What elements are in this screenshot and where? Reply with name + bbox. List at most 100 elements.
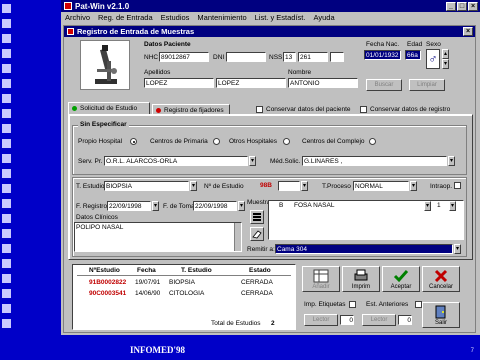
- apellidos-label: Apellidos: [144, 69, 171, 76]
- medico-field[interactable]: G.LINARES ,: [302, 156, 447, 166]
- table-add-icon: [313, 269, 329, 283]
- exit-door-icon: [435, 305, 446, 319]
- nss-field-1[interactable]: 13: [283, 52, 296, 62]
- history-header-estado: Estado: [249, 267, 271, 274]
- buscar-button[interactable]: Buscar: [366, 79, 402, 91]
- table-row-tipo: CITOLOGIA: [169, 290, 205, 297]
- nhc-label: NHC: [144, 54, 159, 61]
- toma-label: F. de Toma: [163, 203, 195, 210]
- remitir-label: Remitir a:: [247, 246, 275, 253]
- toma-dropdown-button[interactable]: ▾: [238, 201, 245, 211]
- menu-ayuda[interactable]: Ayuda: [313, 13, 334, 22]
- nss-field-3[interactable]: [330, 52, 344, 62]
- conservar-paciente-checkbox[interactable]: [256, 106, 263, 113]
- apellido2-field[interactable]: LOPEZ: [216, 78, 286, 88]
- tab-solicitud-label: Solicitud de Estudio: [80, 105, 138, 112]
- toma-field[interactable]: 22/09/1998: [193, 201, 237, 211]
- remitir-dropdown-button[interactable]: ▾: [454, 244, 461, 254]
- clinicos-field[interactable]: POLIPO NASAL: [74, 222, 242, 252]
- limpiar-button[interactable]: Limpiar: [409, 79, 445, 91]
- conservar-registro-label: Conservar datos de registro: [370, 106, 451, 113]
- table-row-num[interactable]: 90C0003541: [89, 290, 126, 297]
- green-dot-icon: [72, 106, 77, 111]
- medico-label: Méd.Solic.: [270, 158, 301, 165]
- dialog-title: Registro de Entrada de Muestras: [77, 27, 195, 36]
- patient-section-title: Datos Paciente: [144, 41, 191, 48]
- procedencia-group: [72, 125, 467, 175]
- num-estudio-prefix: 98B: [260, 182, 272, 189]
- app-title: Pat-Win v2.1.0: [75, 1, 130, 11]
- minimize-button[interactable]: _: [446, 1, 456, 11]
- maximize-button[interactable]: □: [457, 1, 467, 11]
- registro-dropdown-button[interactable]: ▾: [152, 201, 159, 211]
- serv-field[interactable]: O.R.L. ALARCOS-ORLA: [104, 156, 248, 166]
- muestra-count: 1: [437, 202, 441, 209]
- medico-dropdown-button[interactable]: ▾: [448, 156, 455, 166]
- sexo-up-button[interactable]: ▴: [442, 49, 449, 59]
- num-estudio-field[interactable]: [278, 181, 300, 191]
- menu-estudios[interactable]: Estudios: [161, 13, 190, 22]
- salir-button[interactable]: Salir: [422, 302, 460, 328]
- menu-reg-entrada[interactable]: Reg. de Entrada: [98, 13, 153, 22]
- radio-centros-complejo[interactable]: [369, 138, 376, 145]
- serv-label: Serv. Pr.: [78, 158, 103, 165]
- intraop-checkbox[interactable]: [454, 182, 461, 189]
- muestras-add-button[interactable]: [250, 210, 264, 224]
- checkmark-icon: [393, 270, 409, 283]
- anteriores-label: Est. Anteriores: [366, 301, 409, 308]
- proceso-field[interactable]: NORMAL: [353, 181, 409, 191]
- menu-mantenimiento[interactable]: Mantenimiento: [197, 13, 246, 22]
- fecha-nac-field[interactable]: 01/01/1932: [364, 50, 401, 60]
- nhc-field[interactable]: 89012867: [159, 52, 209, 62]
- muestra-count-button[interactable]: ▾: [449, 201, 456, 211]
- close-button[interactable]: ×: [468, 1, 478, 11]
- cancelar-button[interactable]: Cancelar: [422, 266, 460, 292]
- table-row-num[interactable]: 91B0002822: [89, 279, 126, 286]
- nombre-field[interactable]: ANTONIO: [288, 78, 358, 88]
- sexo-down-button[interactable]: ▾: [442, 59, 449, 69]
- tab-registro-label: Registro de fijadores: [164, 107, 224, 114]
- tipo-estudio-field[interactable]: BIOPSIA: [104, 181, 189, 191]
- muestras-list[interactable]: B FOSA NASAL ▾ 1 ▾: [268, 200, 464, 240]
- menu-listados[interactable]: List. y Estadíst.: [255, 13, 306, 22]
- menu-archivo[interactable]: Archivo: [65, 13, 90, 22]
- imprimir-button[interactable]: Imprim: [342, 266, 380, 292]
- muestra-value[interactable]: FOSA NASAL: [293, 201, 423, 211]
- etiquetas-checkbox[interactable]: [349, 301, 356, 308]
- apellido1-field[interactable]: LOPEZ: [144, 78, 214, 88]
- salir-label: Salir: [434, 320, 447, 326]
- sexo-label: Sexo: [426, 41, 441, 48]
- table-row-estado: CERRADA: [241, 290, 273, 297]
- remitir-field[interactable]: Cama 304: [275, 244, 453, 254]
- radio-propio-hospital[interactable]: [130, 138, 137, 145]
- radio-otros-hospitales[interactable]: [283, 138, 290, 145]
- lector-count-2: 0: [398, 315, 412, 325]
- clinicos-scrollbar[interactable]: [234, 223, 241, 251]
- num-estudio-label: Nº de Estudio: [204, 183, 244, 190]
- dialog-titlebar: Registro de Entrada de Muestras ×: [64, 26, 475, 37]
- tab-registro-fijadores[interactable]: Registro de fijadores: [152, 104, 230, 114]
- lector-button-2[interactable]: Lector: [362, 314, 396, 326]
- muestras-erase-icon[interactable]: [250, 227, 264, 241]
- slide-footer-title: INFOMED'98: [130, 345, 185, 355]
- total-estudios-label: Total de Estudios: [211, 320, 261, 327]
- dialog-close-button[interactable]: ×: [463, 27, 473, 36]
- muestra-dropdown-button[interactable]: ▾: [424, 201, 431, 211]
- serv-dropdown-button[interactable]: ▾: [249, 156, 256, 166]
- anteriores-checkbox[interactable]: [415, 301, 422, 308]
- num-estudio-dropdown-button[interactable]: ▾: [301, 181, 308, 191]
- proceso-dropdown-button[interactable]: ▾: [410, 181, 417, 191]
- aceptar-button[interactable]: Aceptar: [382, 266, 420, 292]
- tipo-estudio-dropdown-button[interactable]: ▾: [190, 181, 197, 191]
- conservar-registro-checkbox[interactable]: [360, 106, 367, 113]
- tab-solicitud-estudio[interactable]: Solicitud de Estudio: [68, 102, 150, 114]
- dni-field[interactable]: [226, 52, 266, 62]
- lector-button-1[interactable]: Lector: [304, 314, 338, 326]
- anadir-button[interactable]: Añadir: [302, 266, 340, 292]
- app-icon: [64, 2, 72, 10]
- nss-field-2[interactable]: 261: [298, 52, 328, 62]
- sexo-male-icon[interactable]: ♂: [426, 49, 440, 69]
- registro-field[interactable]: 22/09/1998: [107, 201, 151, 211]
- edad-field[interactable]: 66a: [405, 50, 421, 60]
- radio-centros-primaria[interactable]: [213, 138, 220, 145]
